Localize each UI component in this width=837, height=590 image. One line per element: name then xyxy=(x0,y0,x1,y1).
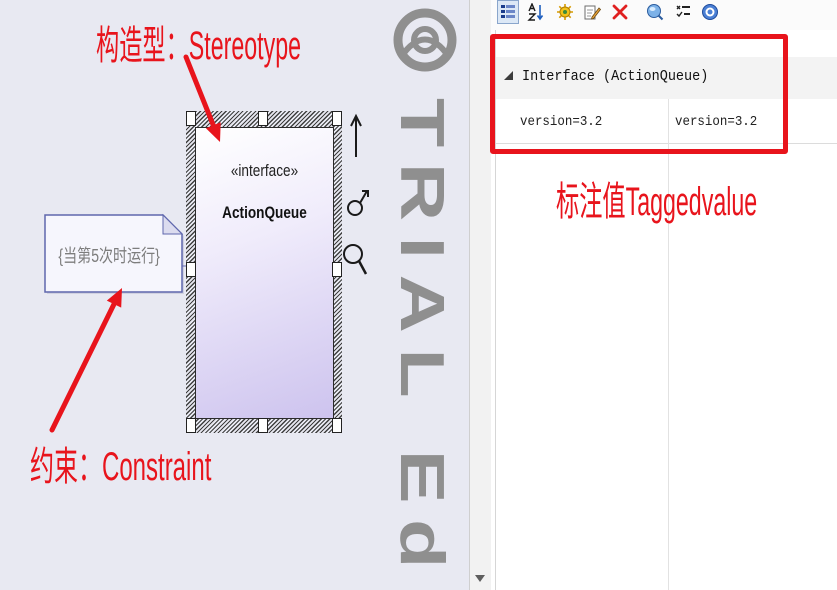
categorized-view-button[interactable] xyxy=(497,0,519,24)
grid-column-divider[interactable] xyxy=(668,99,669,590)
up-arrow-icon[interactable] xyxy=(350,113,362,157)
edit-tag-button[interactable] xyxy=(581,0,603,24)
tag-properties-icon xyxy=(647,4,664,21)
constraint-annotation-label: 约束：Constraint xyxy=(30,445,212,489)
sort-alphabetical-button[interactable] xyxy=(525,0,547,24)
categorized-view-icon xyxy=(501,5,515,18)
new-tag-icon xyxy=(557,4,573,20)
edit-tag-icon xyxy=(584,5,601,20)
diagram-canvas[interactable]: TRIAL Ed {当第5次时运行} «interface» ActionQue… xyxy=(0,0,469,590)
filter-tags-button[interactable] xyxy=(672,0,694,24)
stereotype-annotation-label: 构造型：Stereotype xyxy=(96,24,302,68)
filter-tags-icon xyxy=(676,5,690,18)
delete-tag-icon xyxy=(612,4,628,20)
help-button[interactable] xyxy=(699,0,721,24)
magnifier-icon[interactable] xyxy=(343,244,368,275)
app-window: TRIAL Ed {当第5次时运行} «interface» ActionQue… xyxy=(0,0,837,590)
tagged-value-annotation-label: 标注值Taggedvalue xyxy=(556,180,758,224)
diagram-over-layer xyxy=(49,54,369,433)
help-icon xyxy=(702,4,718,20)
tag-properties-button[interactable] xyxy=(644,0,666,24)
tagged-values-toolbar xyxy=(491,0,837,30)
stereotype-annotation-arrow xyxy=(183,54,221,142)
constraint-annotation-arrow xyxy=(49,288,122,433)
sort-alphabetical-icon xyxy=(527,3,544,21)
scroll-down-arrow-icon[interactable] xyxy=(475,575,485,582)
link-shape-icon[interactable] xyxy=(347,190,369,216)
new-tag-button[interactable] xyxy=(554,0,576,24)
tagged-value-highlight-box xyxy=(490,34,788,154)
vertical-scrollbar[interactable] xyxy=(469,0,491,590)
delete-tag-button[interactable] xyxy=(609,0,631,24)
